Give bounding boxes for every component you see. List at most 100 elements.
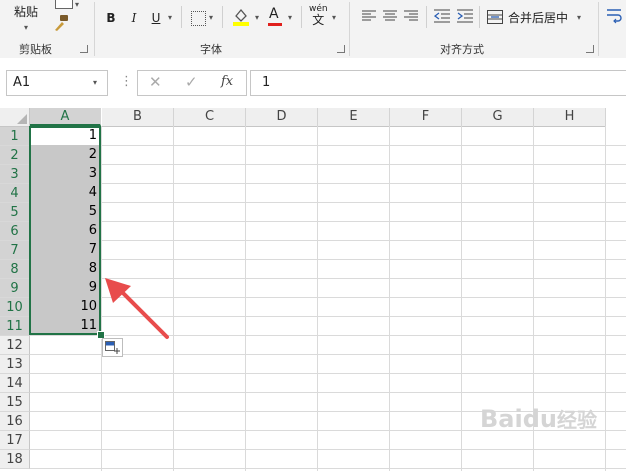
copy-icon[interactable] (55, 0, 73, 9)
grid-vertical-line (317, 126, 318, 471)
baidu-watermark: Baidu经验 (480, 404, 597, 433)
column-header-e[interactable]: E (318, 108, 390, 127)
column-header-h[interactable]: H (534, 108, 606, 127)
align-left-icon[interactable] (362, 10, 376, 22)
borders-icon[interactable] (191, 11, 206, 26)
grid-horizontal-line (30, 392, 626, 393)
format-painter-icon[interactable] (52, 14, 70, 32)
grid-horizontal-line (30, 240, 626, 241)
row-header-15[interactable]: 15 (0, 393, 30, 412)
name-box-dropdown-icon[interactable]: ▾ (93, 78, 97, 87)
row-header-8[interactable]: 8 (0, 260, 30, 279)
column-header-g[interactable]: G (462, 108, 534, 127)
formula-value: 1 (262, 75, 271, 90)
row-header-1[interactable]: 1 (0, 127, 30, 146)
selection-range (29, 126, 101, 335)
row-header-18[interactable]: 18 (0, 450, 30, 469)
align-launcher-icon[interactable] (586, 45, 594, 53)
fill-color-icon[interactable] (232, 7, 250, 27)
font-separator-3 (301, 6, 302, 28)
row-header-5[interactable]: 5 (0, 203, 30, 222)
align-center-icon[interactable] (383, 10, 397, 22)
row-header-9[interactable]: 9 (0, 279, 30, 298)
borders-dropdown-icon[interactable]: ▾ (209, 13, 213, 22)
bold-button[interactable]: B (104, 10, 118, 26)
row-header-11[interactable]: 11 (0, 317, 30, 336)
column-header-f[interactable]: F (390, 108, 462, 127)
row-header-17[interactable]: 17 (0, 431, 30, 450)
font-separator-2 (222, 6, 223, 28)
row-header-6[interactable]: 6 (0, 222, 30, 241)
font-color-dropdown-icon[interactable]: ▾ (288, 13, 292, 22)
column-header-a[interactable]: A (30, 108, 101, 126)
row-header-16[interactable]: 16 (0, 412, 30, 431)
grid-horizontal-line (30, 164, 626, 165)
font-color-icon[interactable]: A (268, 6, 282, 26)
italic-button[interactable]: I (127, 10, 141, 26)
row-header-4[interactable]: 4 (0, 184, 30, 203)
ribbon-separator-2 (349, 2, 350, 56)
grid-horizontal-line (30, 373, 626, 374)
font-launcher-icon[interactable] (337, 45, 345, 53)
row-header-14[interactable]: 14 (0, 374, 30, 393)
more-icon: ⋮ (120, 74, 133, 89)
formula-buttons: ✕ ✓ fx (137, 70, 247, 96)
annotation-arrow (105, 278, 169, 339)
corner-triangle-icon (17, 114, 27, 124)
decrease-indent-icon[interactable] (434, 9, 450, 23)
row-header-13[interactable]: 13 (0, 355, 30, 374)
phonetic-bottom: 文 (312, 13, 325, 27)
row-header-3[interactable]: 3 (0, 165, 30, 184)
align-group-label: 对齐方式 (440, 43, 484, 56)
enter-icon[interactable]: ✓ (185, 73, 198, 91)
phonetic-dropdown-icon[interactable]: ▾ (332, 13, 336, 22)
grid-vertical-line (461, 126, 462, 471)
formula-input[interactable]: 1 (250, 70, 626, 96)
wrap-text-icon[interactable] (606, 7, 624, 25)
merge-label: 合并后居中 (508, 11, 569, 25)
row-header-12[interactable]: 12 (0, 336, 30, 355)
grid-vertical-line (245, 126, 246, 471)
grid-horizontal-line (30, 183, 626, 184)
underline-button[interactable]: U (149, 10, 163, 26)
align-right-icon[interactable] (404, 10, 418, 22)
underline-dropdown-icon[interactable]: ▾ (168, 13, 172, 22)
insert-function-icon[interactable]: fx (221, 74, 233, 89)
font-separator (181, 6, 182, 28)
merge-dropdown-icon[interactable]: ▾ (577, 13, 581, 22)
font-group-label: 字体 (200, 43, 222, 56)
grid-horizontal-line (30, 202, 626, 203)
row-header-7[interactable]: 7 (0, 241, 30, 260)
grid-horizontal-line (30, 145, 626, 146)
clipboard-group-label: 剪贴板 (19, 43, 52, 56)
grid-horizontal-line (30, 221, 626, 222)
formula-bar: A1 ▾ ⋮ ✕ ✓ fx 1 (0, 58, 626, 108)
cancel-icon[interactable]: ✕ (149, 73, 162, 91)
row-header-10[interactable]: 10 (0, 298, 30, 317)
paste-label: 粘贴 (14, 5, 39, 19)
row-header-2[interactable]: 2 (0, 146, 30, 165)
align-separator-2 (479, 6, 480, 28)
align-separator (426, 6, 427, 28)
clipboard-launcher-icon[interactable] (80, 45, 88, 53)
grid-horizontal-line (30, 449, 626, 450)
merge-icon (487, 10, 503, 24)
grid-horizontal-line (30, 259, 626, 260)
column-header-c[interactable]: C (174, 108, 246, 127)
increase-indent-icon[interactable] (457, 9, 473, 23)
ribbon-separator (94, 2, 95, 56)
fill-color-dropdown-icon[interactable]: ▾ (255, 13, 259, 22)
ribbon-separator-3 (598, 2, 599, 56)
grid-vertical-line (605, 126, 606, 471)
select-all-corner[interactable] (0, 108, 30, 127)
watermark-suffix: 经验 (556, 408, 597, 432)
paste-button[interactable]: 粘贴 ▾ (14, 4, 38, 36)
copy-dropdown-icon[interactable]: ▾ (75, 0, 79, 9)
column-header-d[interactable]: D (246, 108, 318, 127)
column-header-b[interactable]: B (102, 108, 174, 127)
grid-vertical-line (389, 126, 390, 471)
grid-horizontal-line (30, 468, 626, 469)
phonetic-button[interactable]: wén 文 (309, 4, 328, 27)
watermark-brand: Baidu (480, 405, 557, 433)
name-box[interactable]: A1 ▾ (6, 70, 108, 96)
